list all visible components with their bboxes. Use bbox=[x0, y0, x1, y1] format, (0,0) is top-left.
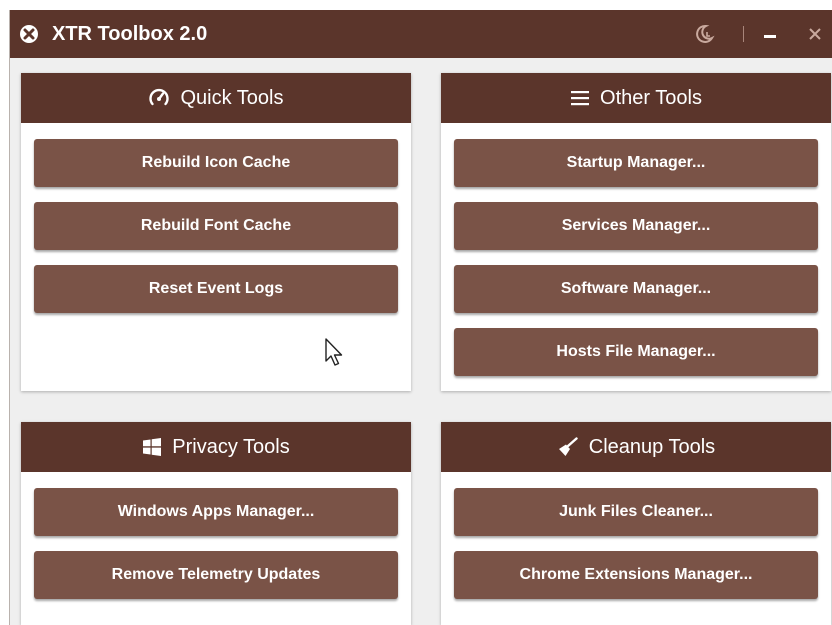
titlebar-separator bbox=[743, 26, 744, 42]
close-icon bbox=[809, 28, 821, 40]
software-manager-button[interactable]: Software Manager... bbox=[454, 265, 818, 313]
windows-apps-manager-button[interactable]: Windows Apps Manager... bbox=[34, 488, 398, 536]
junk-files-cleaner-button[interactable]: Junk Files Cleaner... bbox=[454, 488, 818, 536]
app-title: XTR Toolbox 2.0 bbox=[52, 23, 208, 45]
remove-telemetry-updates-button[interactable]: Remove Telemetry Updates bbox=[34, 551, 398, 599]
other-tools-header: Other Tools bbox=[441, 73, 831, 123]
other-tools-panel: Other Tools Startup Manager... Services … bbox=[441, 73, 831, 391]
title-bar[interactable]: XTR Toolbox 2.0 bbox=[10, 10, 832, 58]
quick-tools-panel: Quick Tools Rebuild Icon Cache Rebuild F… bbox=[21, 73, 411, 391]
cleanup-tools-panel: Cleanup Tools Junk Files Cleaner... Chro… bbox=[441, 422, 831, 625]
app-window: XTR Toolbox 2.0 Quick Tools Rebuild Icon… bbox=[9, 10, 832, 625]
chrome-extensions-manager-button[interactable]: Chrome Extensions Manager... bbox=[454, 551, 818, 599]
rebuild-icon-cache-button[interactable]: Rebuild Icon Cache bbox=[34, 139, 398, 187]
privacy-tools-title: Privacy Tools bbox=[172, 435, 290, 458]
minimize-button[interactable] bbox=[753, 10, 787, 58]
minimize-icon bbox=[764, 35, 776, 38]
quick-tools-title: Quick Tools bbox=[180, 86, 284, 109]
crossed-circle-icon bbox=[20, 25, 38, 43]
reset-event-logs-button[interactable]: Reset Event Logs bbox=[34, 265, 398, 313]
theme-toggle-button[interactable] bbox=[684, 10, 724, 58]
broom-icon bbox=[557, 437, 579, 457]
cleanup-tools-title: Cleanup Tools bbox=[588, 435, 716, 458]
speedometer-icon bbox=[148, 87, 170, 109]
moon-clock-icon bbox=[696, 24, 715, 43]
windows-logo-icon bbox=[142, 437, 162, 457]
quick-tools-header: Quick Tools bbox=[21, 73, 411, 123]
privacy-tools-panel: Privacy Tools Windows Apps Manager... Re… bbox=[21, 422, 411, 625]
cleanup-tools-header: Cleanup Tools bbox=[441, 422, 831, 472]
services-manager-button[interactable]: Services Manager... bbox=[454, 202, 818, 250]
privacy-tools-header: Privacy Tools bbox=[21, 422, 411, 472]
close-button[interactable] bbox=[800, 10, 830, 58]
startup-manager-button[interactable]: Startup Manager... bbox=[454, 139, 818, 187]
mouse-cursor-icon bbox=[325, 338, 343, 366]
hamburger-menu-icon bbox=[570, 90, 590, 106]
hosts-file-manager-button[interactable]: Hosts File Manager... bbox=[454, 328, 818, 376]
rebuild-font-cache-button[interactable]: Rebuild Font Cache bbox=[34, 202, 398, 250]
other-tools-title: Other Tools bbox=[600, 86, 702, 109]
